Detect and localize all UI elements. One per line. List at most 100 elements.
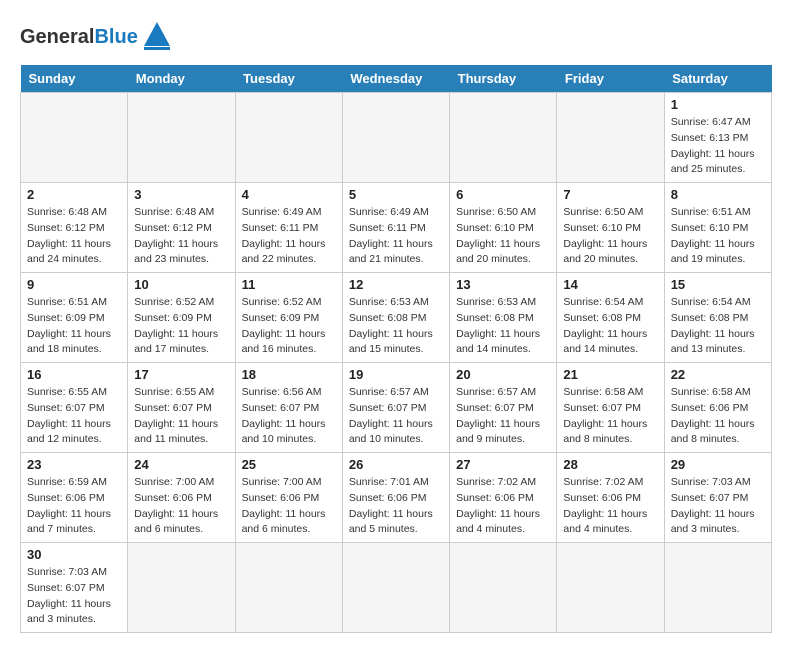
calendar-cell	[557, 543, 664, 633]
day-number: 11	[242, 277, 336, 292]
day-number: 5	[349, 187, 443, 202]
day-number: 10	[134, 277, 228, 292]
calendar-cell: 26Sunrise: 7:01 AM Sunset: 6:06 PM Dayli…	[342, 453, 449, 543]
day-info: Sunrise: 7:03 AM Sunset: 6:07 PM Dayligh…	[671, 475, 765, 538]
weekday-header-thursday: Thursday	[450, 65, 557, 93]
weekday-header-row: SundayMondayTuesdayWednesdayThursdayFrid…	[21, 65, 772, 93]
day-number: 16	[27, 367, 121, 382]
weekday-header-wednesday: Wednesday	[342, 65, 449, 93]
calendar-cell: 28Sunrise: 7:02 AM Sunset: 6:06 PM Dayli…	[557, 453, 664, 543]
calendar-cell: 17 Sunrise: 6:55 AM Sunset: 6:07 PM Dayli…	[128, 363, 235, 453]
day-number: 6	[456, 187, 550, 202]
logo: GeneralBlue	[20, 20, 172, 55]
day-info: Sunrise: 6:52 AM Sunset: 6:09 PM Dayligh…	[134, 295, 228, 358]
calendar-cell	[664, 543, 771, 633]
day-info: Sunrise: 6:48 AM Sunset: 6:12 PM Dayligh…	[27, 205, 121, 268]
calendar-week-5: 30 Sunrise: 7:03 AM Sunset: 6:07 PM Dayli…	[21, 543, 772, 633]
calendar-cell	[21, 93, 128, 183]
calendar-table: SundayMondayTuesdayWednesdayThursdayFrid…	[20, 65, 772, 633]
day-info: Sunrise: 6:53 AM Sunset: 6:08 PM Dayligh…	[456, 295, 550, 358]
day-number: 17	[134, 367, 228, 382]
day-info: Sunrise: 6:50 AM Sunset: 6:10 PM Dayligh…	[456, 205, 550, 268]
day-number: 9	[27, 277, 121, 292]
calendar-cell	[235, 93, 342, 183]
calendar-cell: 11Sunrise: 6:52 AM Sunset: 6:09 PM Dayli…	[235, 273, 342, 363]
calendar-week-1: 2 Sunrise: 6:48 AM Sunset: 6:12 PM Daylig…	[21, 183, 772, 273]
day-number: 4	[242, 187, 336, 202]
day-number: 25	[242, 457, 336, 472]
calendar-cell: 12 Sunrise: 6:53 AM Sunset: 6:08 PM Dayli…	[342, 273, 449, 363]
day-number: 22	[671, 367, 765, 382]
weekday-header-friday: Friday	[557, 65, 664, 93]
day-info: Sunrise: 6:50 AM Sunset: 6:10 PM Dayligh…	[563, 205, 657, 268]
day-info: Sunrise: 7:02 AM Sunset: 6:06 PM Dayligh…	[456, 475, 550, 538]
calendar-cell: 22 Sunrise: 6:58 AM Sunset: 6:06 PM Dayli…	[664, 363, 771, 453]
page-header: GeneralBlue	[20, 20, 772, 55]
day-number: 1	[671, 97, 765, 112]
day-number: 2	[27, 187, 121, 202]
day-info: Sunrise: 7:00 AM Sunset: 6:06 PM Dayligh…	[242, 475, 336, 538]
calendar-week-0: 1Sunrise: 6:47 AM Sunset: 6:13 PM Daylig…	[21, 93, 772, 183]
day-number: 18	[242, 367, 336, 382]
day-info: Sunrise: 6:56 AM Sunset: 6:07 PM Dayligh…	[242, 385, 336, 448]
calendar-cell	[557, 93, 664, 183]
day-number: 3	[134, 187, 228, 202]
day-info: Sunrise: 6:58 AM Sunset: 6:06 PM Dayligh…	[671, 385, 765, 448]
day-number: 21	[563, 367, 657, 382]
day-info: Sunrise: 6:48 AM Sunset: 6:12 PM Dayligh…	[134, 205, 228, 268]
day-number: 19	[349, 367, 443, 382]
day-number: 30	[27, 547, 121, 562]
day-info: Sunrise: 6:51 AM Sunset: 6:10 PM Dayligh…	[671, 205, 765, 268]
day-number: 27	[456, 457, 550, 472]
day-number: 14	[563, 277, 657, 292]
logo-graphic	[142, 20, 172, 55]
calendar-cell: 4Sunrise: 6:49 AM Sunset: 6:11 PM Daylig…	[235, 183, 342, 273]
day-info: Sunrise: 6:53 AM Sunset: 6:08 PM Dayligh…	[349, 295, 443, 358]
day-number: 26	[349, 457, 443, 472]
day-number: 13	[456, 277, 550, 292]
weekday-header-monday: Monday	[128, 65, 235, 93]
calendar-cell: 6 Sunrise: 6:50 AM Sunset: 6:10 PM Daylig…	[450, 183, 557, 273]
calendar-cell: 10 Sunrise: 6:52 AM Sunset: 6:09 PM Dayli…	[128, 273, 235, 363]
calendar-cell: 21Sunrise: 6:58 AM Sunset: 6:07 PM Dayli…	[557, 363, 664, 453]
weekday-header-saturday: Saturday	[664, 65, 771, 93]
day-info: Sunrise: 7:03 AM Sunset: 6:07 PM Dayligh…	[27, 565, 121, 628]
calendar-cell: 15Sunrise: 6:54 AM Sunset: 6:08 PM Dayli…	[664, 273, 771, 363]
day-number: 8	[671, 187, 765, 202]
day-info: Sunrise: 7:02 AM Sunset: 6:06 PM Dayligh…	[563, 475, 657, 538]
calendar-cell	[342, 543, 449, 633]
day-info: Sunrise: 6:55 AM Sunset: 6:07 PM Dayligh…	[27, 385, 121, 448]
calendar-cell	[128, 543, 235, 633]
calendar-cell: 7 Sunrise: 6:50 AM Sunset: 6:10 PM Daylig…	[557, 183, 664, 273]
calendar-cell: 16 Sunrise: 6:55 AM Sunset: 6:07 PM Dayli…	[21, 363, 128, 453]
day-number: 24	[134, 457, 228, 472]
calendar-cell: 14 Sunrise: 6:54 AM Sunset: 6:08 PM Dayli…	[557, 273, 664, 363]
logo-general: General	[20, 26, 94, 48]
calendar-cell: 23Sunrise: 6:59 AM Sunset: 6:06 PM Dayli…	[21, 453, 128, 543]
day-number: 12	[349, 277, 443, 292]
logo-blue: Blue	[94, 26, 137, 48]
day-info: Sunrise: 6:51 AM Sunset: 6:09 PM Dayligh…	[27, 295, 121, 358]
calendar-cell: 5 Sunrise: 6:49 AM Sunset: 6:11 PM Daylig…	[342, 183, 449, 273]
calendar-cell	[235, 543, 342, 633]
day-number: 29	[671, 457, 765, 472]
calendar-cell	[342, 93, 449, 183]
day-info: Sunrise: 6:57 AM Sunset: 6:07 PM Dayligh…	[349, 385, 443, 448]
calendar-cell: 3 Sunrise: 6:48 AM Sunset: 6:12 PM Daylig…	[128, 183, 235, 273]
logo-text: GeneralBlue	[20, 26, 138, 49]
calendar-cell: 9 Sunrise: 6:51 AM Sunset: 6:09 PM Daylig…	[21, 273, 128, 363]
day-info: Sunrise: 6:49 AM Sunset: 6:11 PM Dayligh…	[349, 205, 443, 268]
day-info: Sunrise: 6:54 AM Sunset: 6:08 PM Dayligh…	[563, 295, 657, 358]
weekday-header-sunday: Sunday	[21, 65, 128, 93]
day-info: Sunrise: 6:59 AM Sunset: 6:06 PM Dayligh…	[27, 475, 121, 538]
calendar-cell: 1Sunrise: 6:47 AM Sunset: 6:13 PM Daylig…	[664, 93, 771, 183]
calendar-week-2: 9 Sunrise: 6:51 AM Sunset: 6:09 PM Daylig…	[21, 273, 772, 363]
calendar-cell: 18 Sunrise: 6:56 AM Sunset: 6:07 PM Dayli…	[235, 363, 342, 453]
weekday-header-tuesday: Tuesday	[235, 65, 342, 93]
calendar-cell: 19 Sunrise: 6:57 AM Sunset: 6:07 PM Dayli…	[342, 363, 449, 453]
day-number: 15	[671, 277, 765, 292]
day-info: Sunrise: 6:57 AM Sunset: 6:07 PM Dayligh…	[456, 385, 550, 448]
day-number: 7	[563, 187, 657, 202]
calendar-cell	[450, 543, 557, 633]
day-info: Sunrise: 6:55 AM Sunset: 6:07 PM Dayligh…	[134, 385, 228, 448]
